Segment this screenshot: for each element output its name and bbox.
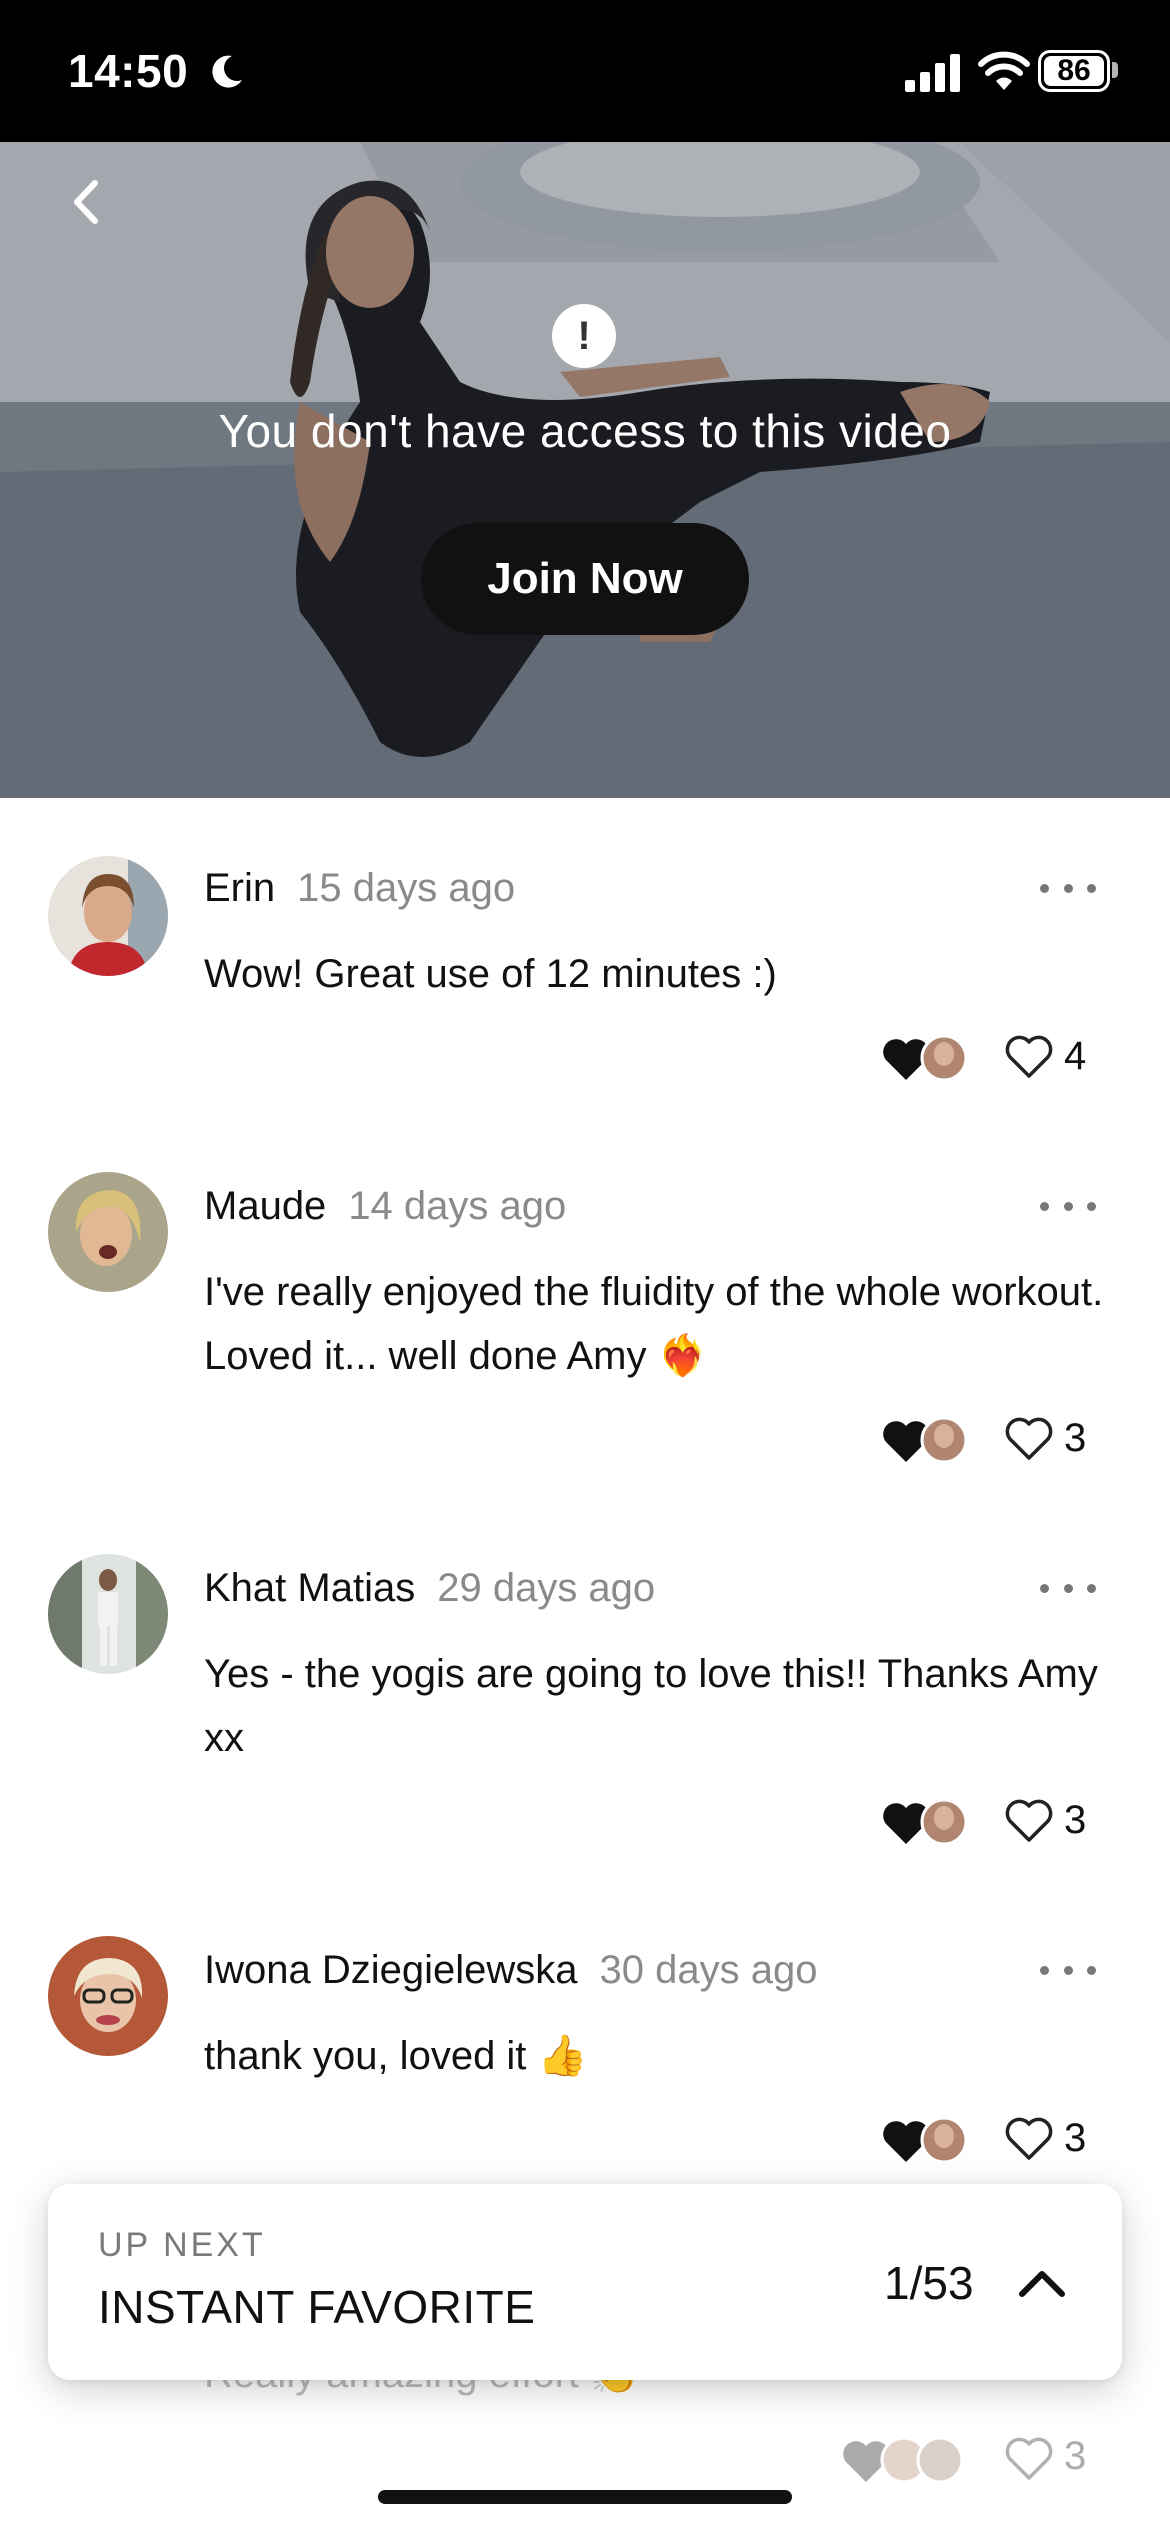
moon-icon (212, 55, 242, 88)
comment-author[interactable]: Erin (204, 866, 275, 910)
dot-icon (1063, 1965, 1073, 1975)
comment-date: 15 days ago (297, 866, 516, 910)
battery-tip (1112, 62, 1118, 78)
more-options-button[interactable] (1040, 876, 1096, 900)
like-count: 3 (1064, 1798, 1087, 1842)
dot-icon (1087, 883, 1096, 893)
more-options-button[interactable] (1040, 1958, 1096, 1982)
like-count: 4 (1064, 1034, 1087, 1078)
signal-icon (905, 54, 960, 92)
heart-outline-icon[interactable] (1004, 2116, 1054, 2162)
battery-level: 86 (1044, 56, 1104, 86)
dot-icon (1040, 1583, 1049, 1593)
heart-outline-icon[interactable] (1004, 1416, 1054, 1462)
dot-icon (1087, 1583, 1096, 1593)
wifi-icon (978, 51, 1030, 90)
no-access-message: You don't have access to this video (218, 405, 952, 457)
avatar-image (48, 1554, 168, 1674)
home-indicator[interactable] (378, 2490, 792, 2504)
comment-date: 30 days ago (599, 1948, 818, 1992)
avatar-image (48, 1936, 168, 2056)
likers-avatars[interactable] (880, 1414, 970, 1466)
comment-text: Yes - the yogis are going to love this!!… (204, 1652, 1098, 1760)
avatar[interactable] (48, 1554, 168, 1674)
status-bar: 14:50 86 (0, 0, 1170, 142)
battery-icon: 86 (1038, 50, 1110, 92)
avatar-image (48, 856, 168, 976)
comment-date: 29 days ago (437, 1566, 656, 1610)
chevron-left-icon (74, 180, 98, 224)
dot-icon (1087, 1201, 1096, 1211)
dot-icon (1063, 883, 1073, 893)
dot-icon (1063, 1583, 1073, 1593)
comment-text: thank you, loved it 👍 (204, 2034, 588, 2078)
avatar[interactable] (48, 856, 168, 976)
likers-avatars[interactable] (880, 1032, 970, 1084)
dot-icon (1040, 883, 1049, 893)
alert-icon: ! (552, 304, 616, 368)
like-count: 3 (1064, 1416, 1087, 1460)
up-next-label: UP NEXT (98, 2226, 266, 2264)
dot-icon (1040, 1965, 1049, 1975)
screen: 14:50 86 ! You don't have access to this… (0, 0, 1170, 2532)
comment-date: 14 days ago (348, 1184, 567, 1228)
comment-text: Wow! Great use of 12 minutes :) (204, 952, 777, 996)
chevron-up-icon[interactable] (1012, 2254, 1072, 2314)
heart-outline-icon[interactable] (1004, 1798, 1054, 1844)
up-next-title: INSTANT FAVORITE (98, 2281, 536, 2333)
dot-icon (1040, 1201, 1049, 1211)
like-count: 3 (1064, 2116, 1087, 2160)
likers-avatars[interactable] (880, 1796, 970, 1848)
avatar[interactable] (48, 1172, 168, 1292)
like-count: 3 (1064, 2434, 1087, 2478)
more-options-button[interactable] (1040, 1194, 1096, 1218)
more-options-button[interactable] (1040, 1576, 1096, 1600)
status-time: 14:50 (68, 45, 189, 97)
likers-avatars[interactable] (880, 2114, 970, 2166)
heart-outline-icon[interactable] (1004, 1034, 1054, 1080)
avatar-image (48, 1172, 168, 1292)
video-player[interactable]: ! You don't have access to this video Jo… (0, 142, 1170, 798)
dot-icon (1063, 1201, 1073, 1211)
comment-author[interactable]: Iwona Dziegielewska (204, 1948, 578, 1992)
back-button[interactable] (56, 172, 116, 232)
up-next-card[interactable]: UP NEXT INSTANT FAVORITE 1/53 (48, 2184, 1122, 2380)
video-overlay (0, 142, 1170, 798)
comment-author[interactable]: Maude (204, 1184, 326, 1228)
join-now-button[interactable]: Join Now (421, 523, 749, 635)
comment-text: I've really enjoyed the fluidity of the … (204, 1270, 1104, 1378)
comment-author[interactable]: Khat Matias (204, 1566, 415, 1610)
dot-icon (1087, 1965, 1096, 1975)
up-next-count: 1/53 (884, 2257, 974, 2309)
heart-outline-icon[interactable] (1004, 2436, 1054, 2482)
comment-actions: 3 (0, 2430, 1170, 2490)
likers-avatars[interactable] (840, 2434, 970, 2486)
avatar[interactable] (48, 1936, 168, 2056)
